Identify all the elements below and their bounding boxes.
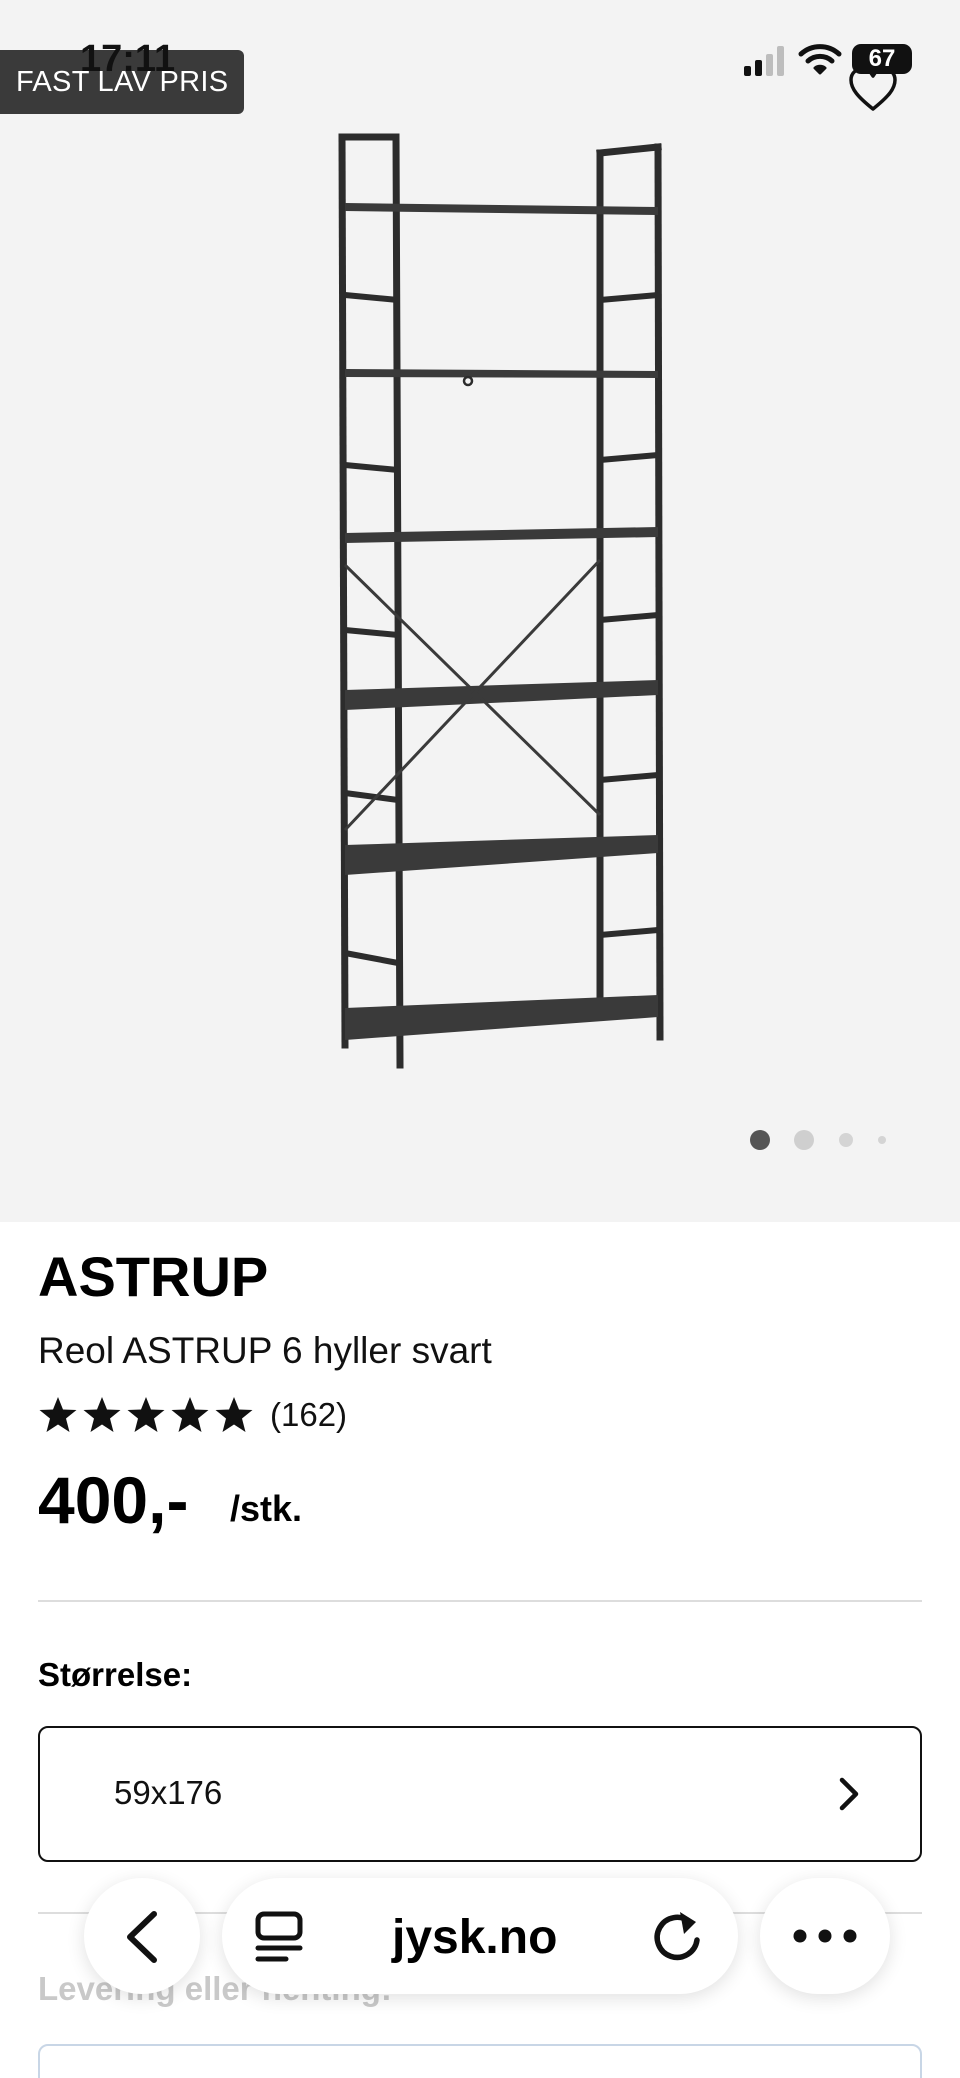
review-count[interactable]: (162)	[270, 1396, 347, 1434]
star-icon	[215, 1397, 253, 1432]
product-price: 400,-	[38, 1463, 189, 1537]
more-icon	[793, 1929, 857, 1943]
size-value: 59x176	[114, 1774, 223, 1811]
product-name: Reol ASTRUP 6 hyller svart	[38, 1330, 492, 1371]
carousel-dot-3[interactable]	[839, 1133, 853, 1147]
product-image-area[interactable]: FAST LAV PRIS	[0, 0, 960, 1222]
status-bar: 17:11 67	[0, 0, 960, 120]
star-icon	[83, 1397, 121, 1432]
star-icon	[171, 1397, 209, 1432]
battery-indicator: 67	[852, 44, 912, 74]
product-photo-shelf	[338, 133, 664, 1069]
carousel-dot-1[interactable]	[750, 1130, 770, 1150]
divider	[38, 1600, 922, 1602]
product-rating[interactable]: (162)	[38, 1390, 347, 1440]
cellular-signal-icon	[744, 46, 784, 76]
browser-url-bar[interactable]: jysk.no	[222, 1878, 738, 1994]
carousel-dot-4[interactable]	[878, 1136, 886, 1144]
wifi-icon	[798, 44, 842, 75]
carousel-dot-2[interactable]	[794, 1130, 814, 1150]
url-text[interactable]: jysk.no	[392, 1910, 557, 1965]
star-icon	[127, 1397, 165, 1432]
status-time: 17:11	[80, 38, 176, 80]
delivery-option-box[interactable]	[38, 2044, 922, 2078]
browser-back-button[interactable]	[84, 1878, 200, 1994]
size-label: Størrelse:	[38, 1656, 193, 1693]
star-icon	[39, 1397, 77, 1432]
reader-icon[interactable]	[252, 1910, 306, 1964]
browser-more-button[interactable]	[760, 1878, 890, 1994]
product-brand: ASTRUP	[38, 1245, 269, 1308]
reload-icon[interactable]	[650, 1908, 706, 1966]
carousel-dots[interactable]	[740, 1130, 900, 1150]
size-selector[interactable]: 59x176	[38, 1726, 922, 1862]
back-icon	[127, 1911, 157, 1963]
chevron-right-icon	[839, 1777, 859, 1811]
price-unit: /stk.	[230, 1488, 303, 1529]
